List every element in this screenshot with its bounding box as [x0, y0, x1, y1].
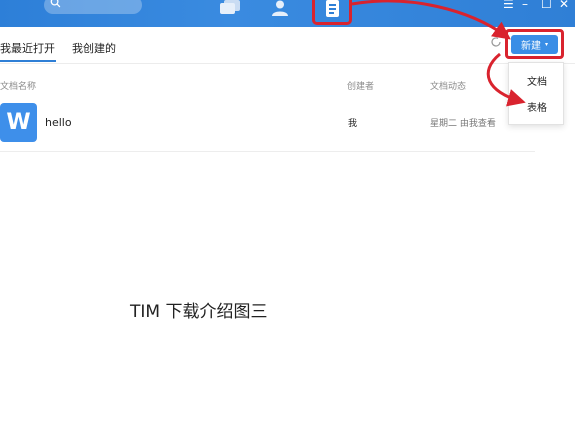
- image-caption: TIM 下载介绍图三: [130, 302, 268, 322]
- refresh-icon[interactable]: [490, 36, 502, 48]
- word-file-icon: W: [0, 103, 37, 142]
- file-icon-letter: W: [6, 110, 31, 135]
- column-header-creator[interactable]: 创建者: [347, 79, 374, 92]
- chevron-down-icon: ▾: [544, 41, 548, 48]
- column-header-activity[interactable]: 文档动态: [430, 79, 466, 92]
- tab-recent[interactable]: 我最近打开: [0, 40, 55, 56]
- divider: [0, 63, 575, 64]
- maximize-icon[interactable]: ☐: [541, 0, 552, 10]
- search-box[interactable]: [44, 0, 142, 14]
- tab-created-by-me[interactable]: 我创建的: [72, 40, 116, 56]
- row-divider: [0, 151, 535, 152]
- file-name[interactable]: hello: [45, 116, 72, 129]
- docs-icon: [326, 0, 339, 17]
- menu-item-document[interactable]: 文档: [527, 73, 547, 88]
- new-button-label: 新建: [520, 41, 541, 52]
- menu-icon[interactable]: ☰: [503, 0, 514, 10]
- close-icon[interactable]: ✕: [559, 0, 569, 10]
- caption-area: [0, 280, 575, 421]
- minimize-icon[interactable]: –: [522, 0, 528, 10]
- active-tab-indicator: [0, 60, 56, 62]
- file-creator: 我: [348, 119, 358, 129]
- docs-tab-highlight[interactable]: [312, 0, 352, 25]
- table-row[interactable]: W hello 我 星期二 由我查看: [0, 100, 575, 152]
- column-header-name[interactable]: 文档名称: [0, 79, 36, 92]
- search-icon: [50, 0, 61, 8]
- contacts-icon[interactable]: [271, 0, 289, 16]
- title-bar: ☰ – ☐ ✕: [0, 0, 575, 27]
- file-activity: 星期二 由我查看: [430, 119, 496, 129]
- chat-icon[interactable]: [219, 0, 241, 16]
- new-button[interactable]: 新建 ▾: [511, 35, 558, 54]
